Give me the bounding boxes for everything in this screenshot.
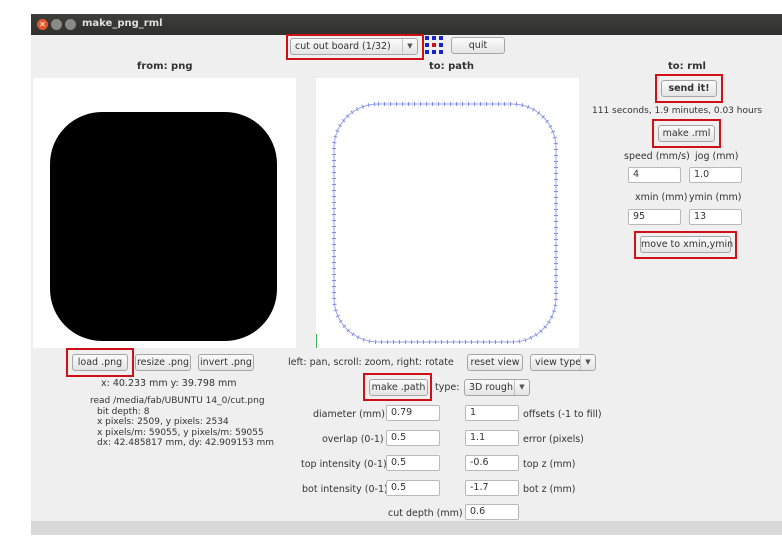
- png-info-pixels-per-m: x pixels/m: 59055, y pixels/m: 59055: [97, 427, 264, 438]
- diameter-label: diameter (mm): [313, 409, 386, 420]
- chevron-down-icon: ▼: [580, 355, 595, 370]
- bot-z-label: bot z (mm): [523, 484, 576, 495]
- xmin-label: xmin (mm): [635, 192, 688, 203]
- view-type-label: view type: [535, 357, 582, 368]
- pointer-coordinates: x: 40.233 mm y: 39.798 mm: [101, 378, 237, 389]
- reset-view-button[interactable]: reset view: [467, 354, 523, 371]
- png-info-pixels: x pixels: 2509, y pixels: 2534: [97, 417, 229, 428]
- path-type-select[interactable]: 3D rough ▼: [464, 379, 530, 396]
- highlight-move: [634, 231, 737, 259]
- time-estimate: 111 seconds, 1.9 minutes, 0.03 hours: [592, 106, 763, 116]
- close-button[interactable]: ✕: [37, 19, 48, 30]
- to-path-header: to: path: [429, 61, 474, 72]
- top-intensity-label: top intensity (0-1): [301, 459, 387, 470]
- xmin-field[interactable]: 95: [628, 209, 681, 225]
- app-window: ✕ make_png_rml cut out board (1/32) ▼ qu…: [31, 14, 782, 521]
- diameter-field[interactable]: 0.79: [386, 405, 440, 421]
- png-preview[interactable]: [33, 78, 296, 348]
- jog-field[interactable]: 1.0: [689, 167, 742, 183]
- speed-label: speed (mm/s): [624, 151, 690, 162]
- offsets-field[interactable]: 1: [465, 405, 519, 421]
- cut-depth-label: cut depth (mm): [388, 508, 463, 519]
- overlap-label: overlap (0-1): [322, 434, 384, 445]
- png-info-bit-depth: bit depth: 8: [97, 406, 150, 417]
- to-rml-header: to: rml: [668, 61, 706, 72]
- jog-label: jog (mm): [695, 151, 739, 162]
- offsets-label: offsets (-1 to fill): [523, 409, 602, 420]
- chevron-down-icon: ▼: [514, 380, 529, 395]
- maximize-button[interactable]: [65, 19, 76, 30]
- png-info-dimensions: dx: 42.485817 mm, dy: 42.909153 mm: [97, 438, 275, 449]
- board-outline-image: [50, 112, 277, 341]
- path-view-canvas[interactable]: [316, 78, 579, 348]
- toolpath-drawing: [316, 102, 558, 348]
- png-info: read /media/fab/UBUNTU 14_0/cut.png bit …: [90, 396, 274, 449]
- highlight-send-it: [655, 74, 723, 103]
- highlight-make-path: [363, 373, 432, 401]
- title-bar: ✕ make_png_rml: [31, 14, 782, 35]
- quit-button[interactable]: quit: [451, 37, 505, 54]
- speed-field[interactable]: 4: [628, 167, 681, 183]
- from-png-header: from: png: [137, 61, 193, 72]
- window-title: make_png_rml: [82, 18, 163, 29]
- resize-png-button[interactable]: resize .png: [135, 354, 191, 371]
- bot-z-field[interactable]: -1.7: [465, 480, 519, 496]
- top-intensity-field[interactable]: 0.5: [386, 455, 440, 471]
- type-label: type:: [435, 382, 460, 393]
- path-type-value: 3D rough: [469, 382, 513, 393]
- invert-png-button[interactable]: invert .png: [198, 354, 254, 371]
- cut-depth-field[interactable]: 0.6: [465, 504, 519, 520]
- overlap-field[interactable]: 0.5: [386, 430, 440, 446]
- top-z-label: top z (mm): [523, 459, 576, 470]
- minimize-button[interactable]: [51, 19, 62, 30]
- bot-intensity-field[interactable]: 0.5: [386, 480, 440, 496]
- ymin-field[interactable]: 13: [689, 209, 742, 225]
- close-icon: ✕: [39, 20, 46, 29]
- top-z-field[interactable]: -0.6: [465, 455, 519, 471]
- png-info-file: read /media/fab/UBUNTU 14_0/cut.png: [90, 396, 265, 406]
- view-type-select[interactable]: view type ▼: [530, 354, 596, 371]
- ymin-label: ymin (mm): [689, 192, 742, 203]
- tool-grid-icon: [425, 36, 443, 54]
- bot-intensity-label: bot intensity (0-1): [302, 484, 388, 495]
- highlight-load-png: [66, 348, 134, 377]
- view-controls-hint: left: pan, scroll: zoom, right: rotate: [288, 357, 454, 368]
- error-field[interactable]: 1.1: [465, 430, 519, 446]
- highlight-mode-select: [286, 34, 424, 60]
- highlight-make-rml: [652, 119, 721, 148]
- error-label: error (pixels): [523, 434, 584, 445]
